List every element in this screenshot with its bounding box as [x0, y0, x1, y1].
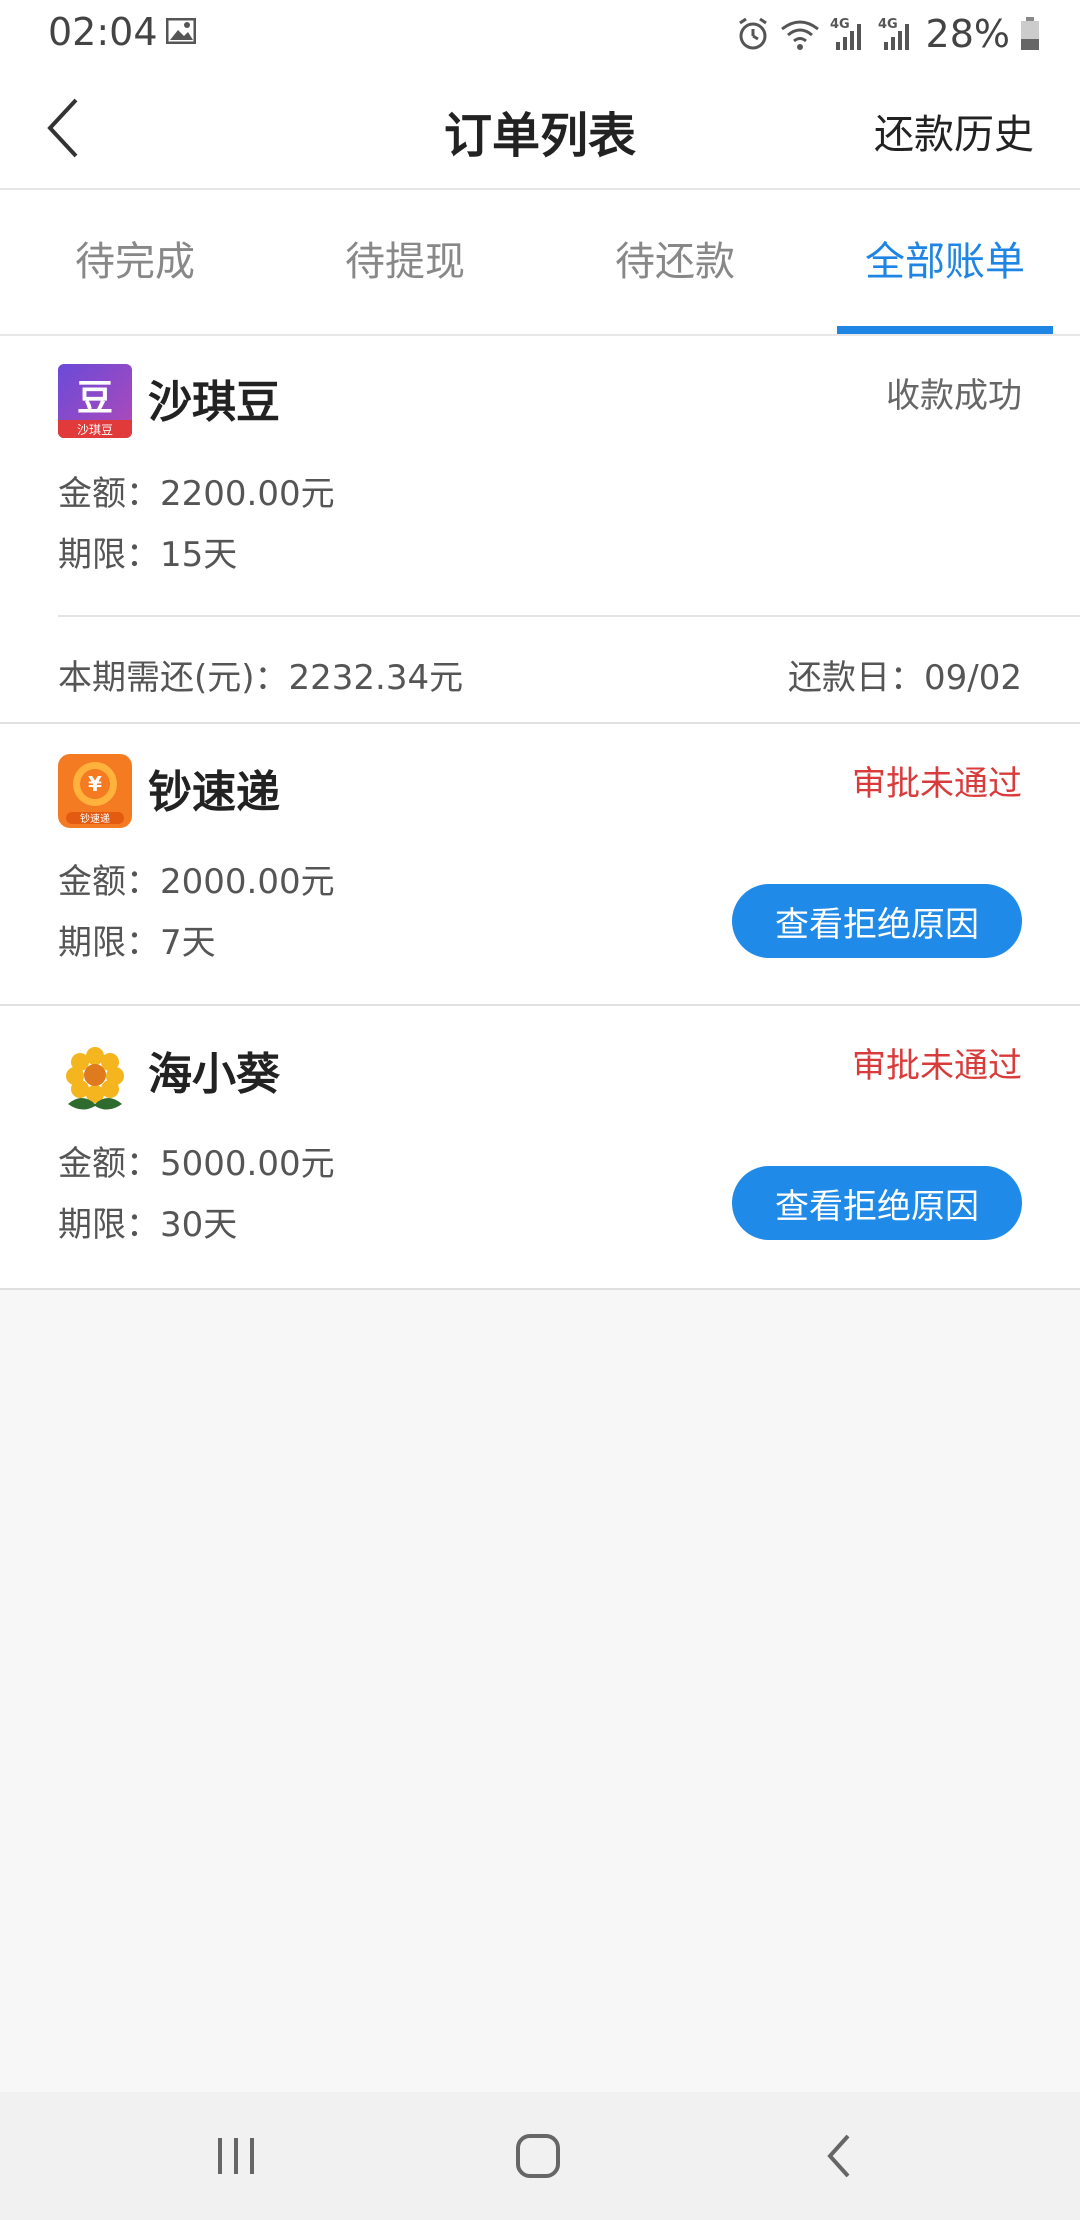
order-status: 收款成功	[886, 376, 1022, 416]
order-term: 期限：15天	[58, 535, 238, 575]
repayment-history-link[interactable]: 还款历史	[874, 102, 1034, 160]
order-card[interactable]: 海小葵 审批未通过 金额：5000.00元 期限：30天 查看拒绝原因	[0, 1006, 1080, 1290]
order-card[interactable]: ¥ 钞速递 钞速递 审批未通过 金额：2000.00元 期限：7天 查看拒绝原因	[0, 724, 1080, 1006]
tab-pending-repay[interactable]: 待还款	[540, 190, 810, 334]
card-divider	[58, 615, 1080, 617]
order-card[interactable]: 豆 沙琪豆 沙琪豆 收款成功 金额：2200.00元 期限：15天 本期需还(元…	[0, 336, 1080, 724]
status-bar: 02:04 4G 4G 28%	[0, 0, 1080, 66]
system-navigation-bar	[0, 2092, 1080, 2220]
tab-pending-withdraw[interactable]: 待提现	[270, 190, 540, 334]
sunflower-app-logo	[58, 1042, 132, 1116]
status-time: 02:04	[48, 10, 158, 54]
product-name: 沙琪豆	[148, 377, 280, 428]
battery-percentage: 28%	[925, 12, 1010, 56]
svg-text:¥: ¥	[88, 772, 102, 796]
tab-pending-complete[interactable]: 待完成	[0, 190, 270, 334]
order-term: 期限：7天	[58, 923, 216, 963]
home-icon[interactable]	[508, 2126, 568, 2186]
svg-text:沙琪豆: 沙琪豆	[77, 423, 113, 437]
order-tabs: 待完成 待提现 待还款 全部账单	[0, 190, 1080, 336]
recent-apps-icon[interactable]	[206, 2126, 266, 2186]
signal-4g-icon: 4G	[830, 17, 861, 50]
back-icon[interactable]	[810, 2126, 870, 2186]
status-indicators: 4G 4G 28%	[736, 10, 1040, 58]
wifi-icon	[780, 20, 819, 50]
shaqidou-app-logo: 豆 沙琪豆	[58, 364, 132, 438]
svg-text:4G: 4G	[878, 17, 898, 32]
svg-text:豆: 豆	[77, 378, 113, 419]
view-rejection-reason-button[interactable]: 查看拒绝原因	[732, 1166, 1022, 1240]
signal-4g-icon-2: 4G	[878, 17, 909, 50]
product-name: 海小葵	[148, 1049, 280, 1100]
repayment-date: 还款日：09/02	[788, 658, 1022, 698]
order-amount: 金额：5000.00元	[58, 1144, 335, 1184]
navigation-bar: 订单列表 还款历史	[0, 66, 1080, 190]
order-term: 期限：30天	[58, 1205, 238, 1245]
order-status: 审批未通过	[852, 764, 1022, 804]
current-due-amount: 本期需还(元)：2232.34元	[58, 658, 464, 698]
chaosudi-app-logo: ¥ 钞速递	[58, 754, 132, 828]
gallery-notification-icon	[166, 18, 196, 44]
svg-text:钞速递: 钞速递	[80, 812, 110, 825]
alarm-icon	[738, 17, 767, 50]
order-amount: 金额：2000.00元	[58, 862, 335, 902]
order-status: 审批未通过	[852, 1046, 1022, 1086]
view-rejection-reason-button[interactable]: 查看拒绝原因	[732, 884, 1022, 958]
product-name: 钞速递	[148, 767, 280, 818]
svg-text:4G: 4G	[830, 17, 850, 32]
tab-all-bills[interactable]: 全部账单	[810, 190, 1080, 334]
order-amount: 金额：2200.00元	[58, 474, 335, 514]
battery-icon	[1021, 17, 1039, 50]
